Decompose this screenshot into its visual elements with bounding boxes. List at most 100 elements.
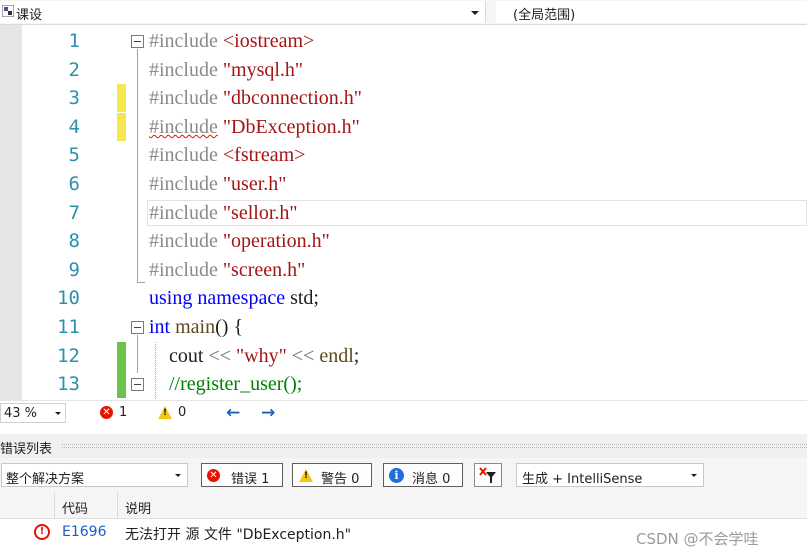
column-separator[interactable] — [117, 492, 118, 519]
code-token: <iostream> — [222, 30, 315, 52]
code-token: #include — [149, 30, 223, 52]
code-token: namespace — [197, 287, 286, 310]
code-token: //register_user(); — [169, 373, 303, 396]
zoom-dropdown[interactable]: 43 % — [0, 403, 66, 423]
code-token: #include — [149, 230, 223, 253]
zoom-level: 43 % — [4, 406, 38, 421]
error-icon: ! — [34, 524, 50, 540]
watermark: CSDN @不会学哇 — [636, 530, 759, 548]
scope-label: (全局范围) — [513, 8, 576, 23]
current-line-highlight — [147, 199, 807, 226]
warnings-filter-label: 警告 0 — [321, 472, 360, 487]
line-number: 7 — [68, 201, 80, 224]
panel-title: 错误列表 — [0, 442, 53, 457]
error-list-toolbar: 整个解决方案 ✕ 错误 1 警告 0 i 消息 0 生成 + IntelliSe… — [0, 458, 807, 492]
error-count: 1 — [119, 405, 128, 420]
navigation-bar: 课设 (全局范围) — [0, 0, 807, 25]
code-token: #include — [149, 58, 223, 81]
column-header-code[interactable]: 代码 — [62, 498, 88, 517]
project-dropdown[interactable]: 课设 — [0, 1, 486, 23]
code-token: main — [175, 316, 216, 338]
line-number: 10 — [57, 287, 80, 310]
collapse-toggle-icon[interactable] — [131, 35, 144, 48]
code-token: #include — [149, 144, 223, 167]
chevron-down-icon — [55, 412, 61, 415]
code-line[interactable]: #include "user.h" — [149, 170, 286, 198]
code-token: #include — [149, 115, 218, 138]
line-number: 13 — [57, 373, 80, 396]
code-token: << — [291, 344, 315, 367]
code-line[interactable]: #include <fstream> — [149, 141, 305, 169]
scope-value: 整个解决方案 — [6, 472, 85, 487]
fold-region-end — [137, 281, 145, 283]
fold-region-line — [137, 335, 138, 373]
line-number: 2 — [68, 58, 80, 81]
column-header-description[interactable]: 说明 — [125, 498, 151, 517]
navigate-forward-icon[interactable]: → — [261, 403, 275, 423]
line-number: 6 — [68, 173, 80, 195]
errors-filter-button[interactable]: ✕ 错误 1 — [201, 463, 283, 487]
fold-region-line — [137, 49, 138, 282]
code-token: endl — [319, 344, 354, 367]
collapse-toggle-icon[interactable] — [131, 321, 144, 334]
error-description: 无法打开 源 文件 "DbException.h" — [125, 527, 352, 543]
code-token: "operation.h" — [222, 230, 330, 253]
warning-count-indicator[interactable]: 0 — [156, 404, 190, 422]
messages-filter-button[interactable]: i 消息 0 — [383, 463, 463, 487]
code-token: "mysql.h" — [222, 58, 304, 81]
code-token: "why" — [236, 344, 287, 367]
code-token: "dbconnection.h" — [222, 87, 362, 110]
line-number: 3 — [68, 87, 80, 110]
error-icon: ✕ — [100, 406, 113, 419]
code-line[interactable]: #include <iostream> — [149, 27, 314, 55]
filter-icon — [479, 467, 496, 483]
chevron-down-icon — [175, 474, 181, 477]
code-line[interactable]: #include "mysql.h" — [149, 56, 303, 84]
error-count-indicator[interactable]: ✕ 1 — [98, 404, 132, 422]
panel-grip — [62, 444, 807, 448]
code-editor[interactable]: 1 #include <iostream> 2 #include "mysql.h" 3… — [0, 25, 807, 400]
saved-change-marker — [117, 370, 126, 399]
code-token: () { — [215, 316, 244, 338]
saved-change-marker — [117, 341, 126, 370]
line-number: 11 — [57, 316, 80, 338]
scope-dropdown[interactable]: (全局范围) — [496, 1, 807, 23]
code-line[interactable]: #include "dbconnection.h" — [149, 84, 362, 112]
editor-status-strip: 43 % ✕ 1 0 ← → — [0, 400, 807, 424]
warnings-filter-button[interactable]: 警告 0 — [292, 463, 372, 487]
project-name: 课设 — [16, 8, 43, 23]
error-grid-header: 代码 说明 — [0, 492, 807, 519]
code-token: "screen.h" — [222, 258, 306, 281]
code-line[interactable]: #include "screen.h" — [149, 256, 305, 284]
navigate-back-icon[interactable]: ← — [226, 403, 240, 423]
code-token: #include — [149, 258, 223, 281]
error-icon: ✕ — [207, 469, 220, 482]
warning-icon — [299, 469, 313, 482]
unsaved-change-marker — [117, 112, 126, 141]
error-list-title-bar[interactable]: 错误列表 — [0, 434, 807, 458]
code-line[interactable]: using namespace std; — [149, 284, 319, 312]
collapse-toggle-icon[interactable] — [131, 378, 144, 392]
info-icon: i — [389, 468, 404, 483]
code-token: #include — [149, 173, 223, 195]
code-token: <fstream> — [222, 144, 306, 167]
unsaved-change-marker — [117, 84, 126, 113]
code-line[interactable]: //register_user(); — [149, 370, 302, 398]
line-number: 12 — [57, 344, 80, 367]
indent-guide — [155, 341, 156, 399]
code-line[interactable]: #include "DbException.h" — [149, 113, 360, 141]
code-line[interactable]: #include "operation.h" — [149, 227, 330, 255]
code-line[interactable]: cout << "why" << endl; — [149, 342, 359, 370]
line-number: 4 — [68, 115, 80, 138]
build-filter-button[interactable] — [474, 463, 502, 487]
build-source-dropdown[interactable]: 生成 + IntelliSense — [516, 463, 704, 487]
solution-scope-dropdown[interactable]: 整个解决方案 — [1, 463, 188, 487]
cpp-project-icon — [2, 5, 14, 17]
error-code-link[interactable]: E1696 — [62, 524, 106, 540]
source-value: 生成 + IntelliSense — [522, 472, 643, 487]
code-line[interactable]: int main() { — [149, 313, 243, 341]
code-token: "DbException.h" — [222, 115, 360, 138]
column-separator[interactable] — [54, 492, 55, 519]
code-token: #include — [149, 87, 223, 110]
